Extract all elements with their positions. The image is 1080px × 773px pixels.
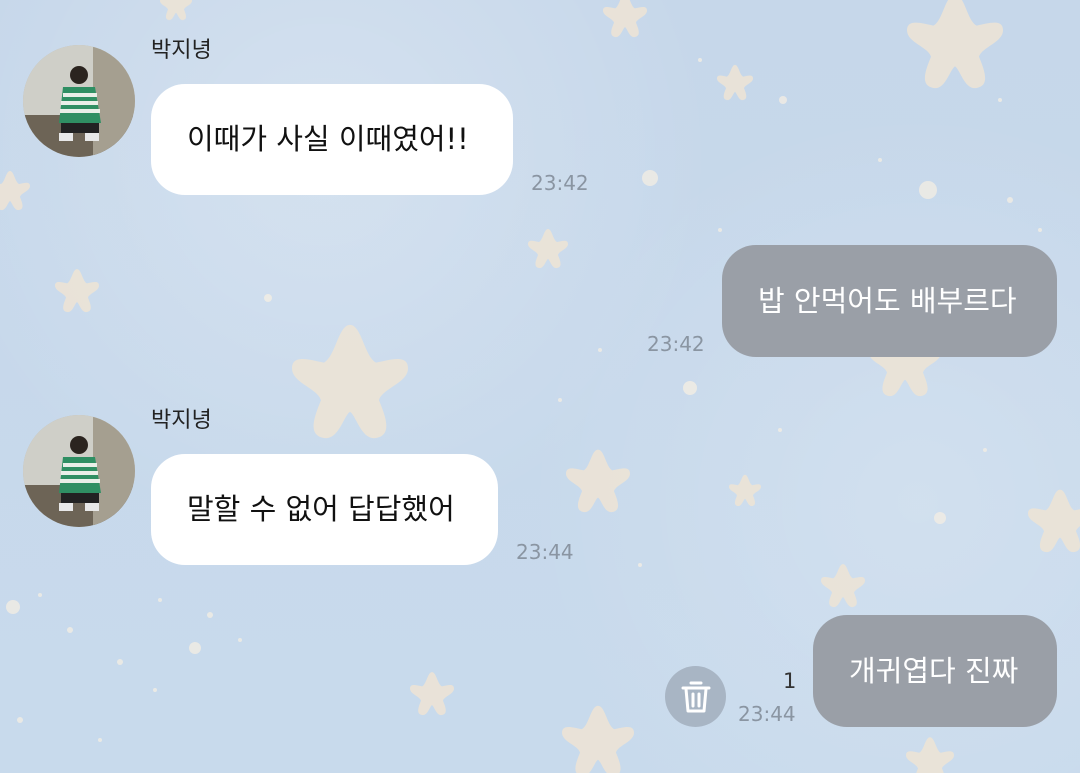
- outgoing-message-bubble[interactable]: 밥 안먹어도 배부르다: [722, 245, 1057, 357]
- message-text: 말할 수 없어 답답했어: [187, 492, 455, 526]
- sender-name: 박지녕: [151, 38, 212, 63]
- message-timestamp: 23:42: [531, 171, 589, 195]
- profile-photo-icon: [23, 45, 135, 157]
- delete-button[interactable]: [665, 666, 726, 727]
- outgoing-message-bubble[interactable]: 개귀엽다 진짜: [813, 615, 1057, 727]
- avatar[interactable]: [23, 45, 135, 157]
- message-timestamp: 23:42: [647, 332, 705, 356]
- message-timestamp: 23:44: [516, 540, 574, 564]
- unread-count: 1: [783, 669, 797, 693]
- message-text: 개귀엽다 진짜: [849, 653, 1019, 688]
- trash-icon: [681, 681, 710, 712]
- incoming-message-bubble[interactable]: 이때가 사실 이때였어!!: [151, 84, 513, 195]
- avatar[interactable]: [23, 415, 135, 527]
- incoming-message-bubble[interactable]: 말할 수 없어 답답했어: [151, 454, 498, 565]
- message-text: 밥 안먹어도 배부르다: [758, 283, 1017, 318]
- message-text: 이때가 사실 이때였어!!: [187, 122, 469, 156]
- sender-name: 박지녕: [151, 408, 212, 433]
- profile-photo-icon: [23, 415, 135, 527]
- message-timestamp: 23:44: [738, 702, 796, 726]
